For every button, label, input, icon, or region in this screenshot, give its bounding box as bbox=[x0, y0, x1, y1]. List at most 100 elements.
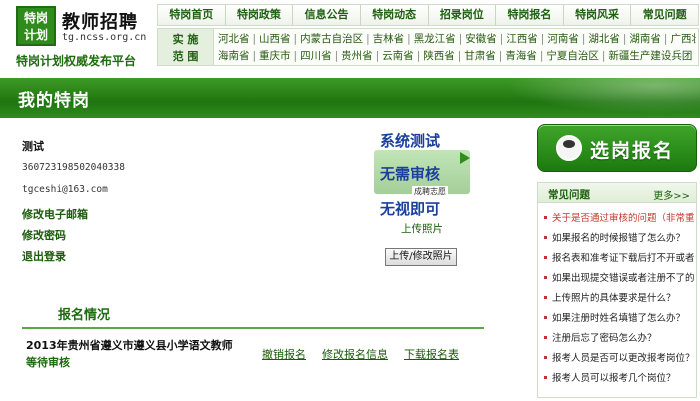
faq-item-text: 上传照片的具体要求是什么？ bbox=[552, 293, 676, 304]
edit-registration-link[interactable]: 修改报名信息 bbox=[322, 346, 388, 362]
photo-text-line2: 无需审核 bbox=[380, 165, 441, 183]
registration-job: 2013年贵州省遵义市遵义县小学语文教师 bbox=[26, 339, 233, 352]
region-link[interactable]: 内蒙古自治区 bbox=[300, 31, 363, 46]
region-link[interactable]: 河南省 bbox=[547, 31, 579, 46]
region-label: 实 施 范 围 bbox=[158, 29, 214, 65]
bullet-icon bbox=[544, 335, 547, 339]
region-separator: | bbox=[539, 49, 544, 62]
nav-showcase[interactable]: 特岗风采 bbox=[564, 5, 632, 25]
region-row: 海南省 | 重庆市 | 四川省 | 贵州省 | 云南省 | 陕西省 | 甘肃省 | 青海省 | 宁夏自治区 | 新疆… bbox=[218, 47, 696, 64]
region-separator: | bbox=[416, 49, 421, 62]
apply-position-button[interactable]: 选岗报名 bbox=[537, 124, 697, 172]
faq-item[interactable]: 报考人员可以报考几个岗位？ bbox=[544, 367, 696, 387]
region-link[interactable]: 四川省 bbox=[300, 48, 332, 63]
region-row: 河北省 | 山西省 | 内蒙古自治区 | 吉林省 | 黑龙江省 | 安徽省 | 江西省 | 河南省 | 湖北省 |… bbox=[218, 30, 696, 47]
logo[interactable]: 特岗 计划 bbox=[16, 6, 56, 46]
photo-small-text: 成聘志愿 bbox=[412, 186, 448, 197]
registration-status: 等待审核 bbox=[26, 356, 70, 369]
region-link[interactable]: 河北省 bbox=[218, 31, 250, 46]
region-link[interactable]: 江西省 bbox=[506, 31, 538, 46]
region-link[interactable]: 湖南省 bbox=[629, 31, 661, 46]
region-link[interactable]: 黑龙江省 bbox=[414, 31, 456, 46]
cancel-registration-link[interactable]: 撤销报名 bbox=[262, 346, 306, 362]
registration-actions: 撤销报名 修改报名信息 下载报名表 bbox=[262, 346, 459, 362]
nav-policy[interactable]: 特岗政策 bbox=[226, 5, 294, 25]
faq-item[interactable]: 关于是否通过审核的问题（非常重 bbox=[544, 207, 696, 227]
region-separator: | bbox=[334, 49, 339, 62]
change-password-link[interactable]: 修改密码 bbox=[22, 223, 322, 244]
region-link[interactable]: 山西省 bbox=[259, 31, 291, 46]
region-list: 河北省 | 山西省 | 内蒙古自治区 | 吉林省 | 黑龙江省 | 安徽省 | 江西省 | 河南省 | 湖北省 |… bbox=[218, 30, 696, 64]
faq-item-text: 报考人员可以报考几个岗位？ bbox=[552, 373, 676, 384]
region-link[interactable]: 吉林省 bbox=[373, 31, 405, 46]
site-header: 特岗 计划 教师招聘 tg.ncss.org.cn 特岗计划权威发布平台 特岗首… bbox=[0, 0, 700, 78]
faq-panel: 常见问题 更多>> 关于是否通过审核的问题（非常重 如果报名的时候报错了怎么办？ 报… bbox=[537, 182, 697, 398]
region-link[interactable]: 贵州省 bbox=[341, 48, 373, 63]
nav-home[interactable]: 特岗首页 bbox=[158, 5, 226, 25]
logout-link[interactable]: 退出登录 bbox=[22, 244, 322, 265]
top-nav: 特岗首页 特岗政策 信息公告 特岗动态 招录岗位 特岗报名 特岗风采 常见问题 bbox=[157, 4, 699, 26]
region-separator: | bbox=[366, 32, 370, 45]
faq-item[interactable]: 注册后忘了密码怎么办？ bbox=[544, 327, 696, 347]
change-email-link[interactable]: 修改电子邮箱 bbox=[22, 202, 322, 223]
faq-item-text: 如果注册时姓名填错了怎么办？ bbox=[552, 313, 686, 324]
bullet-icon bbox=[544, 215, 547, 219]
photo-text-line1: 系统测试 bbox=[380, 132, 441, 150]
user-id-number: 360723198502040338 bbox=[22, 162, 125, 173]
region-link[interactable]: 新疆生产建设兵团 bbox=[608, 48, 692, 63]
region-link[interactable]: 海南省 bbox=[218, 48, 250, 63]
banner-decoration bbox=[480, 78, 700, 118]
faq-item-text: 如果报名的时候报错了怎么办？ bbox=[552, 233, 686, 244]
faq-item[interactable]: 报名表和准考证下载后打不开或者 bbox=[544, 247, 696, 267]
apply-position-label: 选岗报名 bbox=[590, 140, 675, 162]
nav-positions[interactable]: 招录岗位 bbox=[429, 5, 497, 25]
faq-item[interactable]: 如果注册时姓名填错了怎么办？ bbox=[544, 307, 696, 327]
site-title: 教师招聘 bbox=[62, 12, 138, 33]
region-separator: | bbox=[581, 32, 586, 45]
bullet-icon bbox=[544, 355, 547, 359]
faq-item[interactable]: 如果出现提交错误或者注册不了的 bbox=[544, 267, 696, 287]
user-photo: 系统测试 无需审核 成聘志愿 无视即可 上传照片 bbox=[372, 128, 472, 238]
region-panel: 实 施 范 围 河北省 | 山西省 | 内蒙古自治区 | 吉林省 | 黑龙江省 | 安徽省 | 江西省 |… bbox=[157, 28, 699, 66]
nav-faq[interactable]: 常见问题 bbox=[631, 5, 698, 25]
region-link[interactable]: 宁夏自治区 bbox=[546, 48, 599, 63]
faq-item[interactable]: 如果报名的时候报错了怎么办？ bbox=[544, 227, 696, 247]
region-link[interactable]: 广西壮族自治区 bbox=[670, 31, 696, 46]
user-icon bbox=[556, 135, 582, 161]
section-divider bbox=[22, 327, 484, 329]
download-form-link[interactable]: 下载报名表 bbox=[404, 346, 459, 362]
bullet-icon bbox=[544, 235, 547, 239]
faq-item-text: 关于是否通过审核的问题（非常重 bbox=[552, 213, 695, 224]
region-separator: | bbox=[252, 49, 257, 62]
region-link[interactable]: 重庆市 bbox=[259, 48, 291, 63]
photo-text-line3: 无视即可 bbox=[380, 200, 441, 218]
faq-item[interactable]: 上传照片的具体要求是什么？ bbox=[544, 287, 696, 307]
faq-item-text: 报考人员是否可以更改报考岗位？ bbox=[552, 353, 695, 364]
region-link[interactable]: 甘肃省 bbox=[464, 48, 496, 63]
faq-title: 常见问题 bbox=[548, 189, 590, 201]
region-separator: | bbox=[293, 49, 298, 62]
region-link[interactable]: 湖北省 bbox=[588, 31, 620, 46]
faq-header: 常见问题 更多>> bbox=[538, 183, 696, 203]
bullet-icon bbox=[544, 275, 547, 279]
user-name: 测试 bbox=[22, 140, 44, 153]
region-link[interactable]: 青海省 bbox=[505, 48, 537, 63]
region-link[interactable]: 云南省 bbox=[382, 48, 414, 63]
region-separator: | bbox=[457, 49, 462, 62]
user-info: 测试 360723198502040338 tgceshi@163.com 修改… bbox=[22, 138, 322, 265]
faq-item[interactable]: 报考人员是否可以更改报考岗位？ bbox=[544, 347, 696, 367]
region-separator: | bbox=[601, 49, 606, 62]
page-title: 我的特岗 bbox=[18, 91, 90, 111]
region-link[interactable]: 陕西省 bbox=[423, 48, 455, 63]
region-separator: | bbox=[293, 32, 298, 45]
nav-announcements[interactable]: 信息公告 bbox=[293, 5, 361, 25]
bullet-icon bbox=[544, 315, 547, 319]
nav-registration[interactable]: 特岗报名 bbox=[496, 5, 564, 25]
region-separator: | bbox=[622, 32, 627, 45]
faq-more-link[interactable]: 更多>> bbox=[653, 187, 690, 202]
region-link[interactable]: 安徽省 bbox=[465, 31, 497, 46]
region-separator: | bbox=[540, 32, 545, 45]
faq-item-text: 注册后忘了密码怎么办？ bbox=[552, 333, 657, 344]
nav-news[interactable]: 特岗动态 bbox=[361, 5, 429, 25]
upload-photo-button[interactable]: 上传/修改照片 bbox=[385, 248, 457, 266]
